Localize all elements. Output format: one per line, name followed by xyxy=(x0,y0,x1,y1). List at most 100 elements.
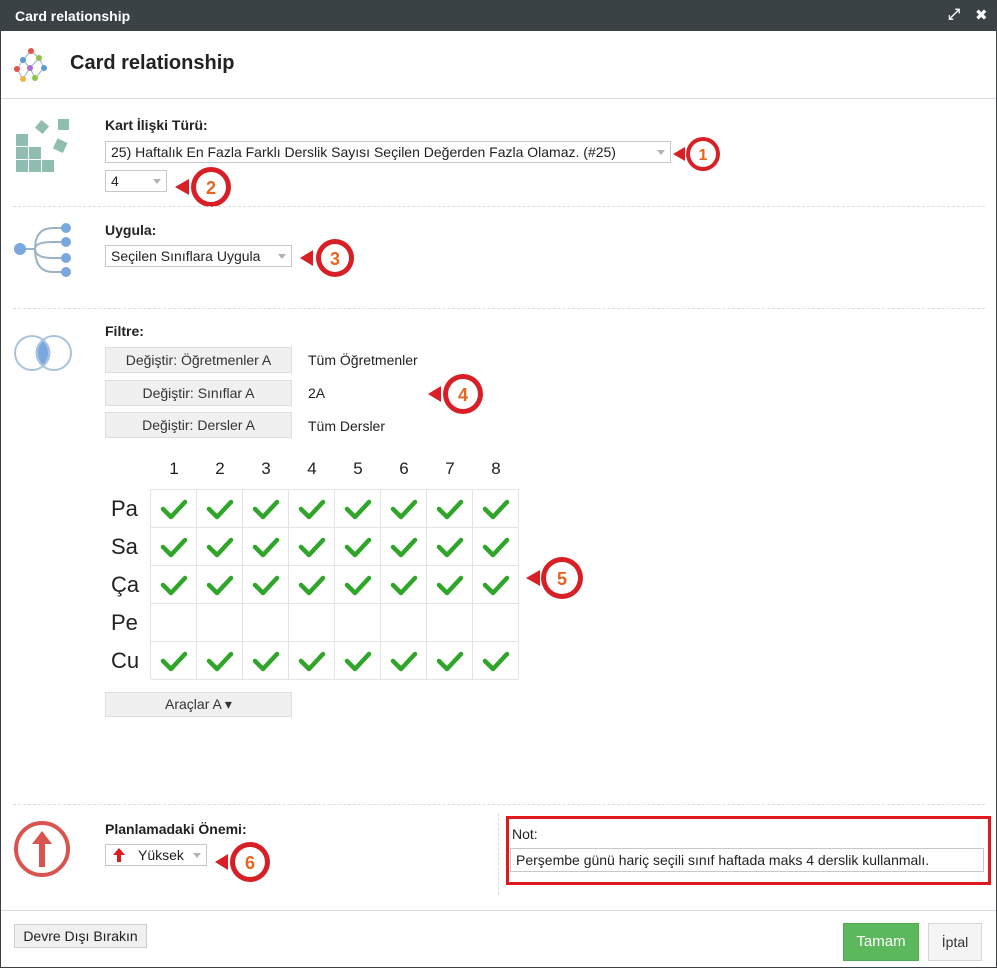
grid-cell[interactable] xyxy=(335,604,381,642)
apply-label: Uygula: xyxy=(105,222,157,238)
grid-cell[interactable] xyxy=(243,490,289,528)
chevron-down-icon xyxy=(193,853,201,858)
grid-cell[interactable] xyxy=(243,604,289,642)
disable-button[interactable]: Devre Dışı Bırakın xyxy=(14,924,147,948)
check-icon xyxy=(252,499,279,519)
grid-cell[interactable] xyxy=(473,566,519,604)
grid-cell[interactable] xyxy=(427,642,473,680)
callout-1: 1 xyxy=(673,137,720,171)
grid-cell[interactable] xyxy=(243,642,289,680)
check-icon xyxy=(160,499,187,519)
grid-cell[interactable] xyxy=(289,490,335,528)
grid-cell[interactable] xyxy=(427,566,473,604)
expand-icon[interactable]: ⤢ xyxy=(948,6,960,23)
svg-text:4: 4 xyxy=(458,385,468,405)
page-title: Card relationship xyxy=(70,52,235,74)
period-header: 8 xyxy=(491,459,501,478)
relation-type-label: Kart İlişki Türü: xyxy=(105,117,208,133)
grid-cell[interactable] xyxy=(289,528,335,566)
grid-cell[interactable] xyxy=(197,642,243,680)
grid-cell[interactable] xyxy=(197,528,243,566)
period-header: 4 xyxy=(307,459,317,478)
ok-button[interactable]: Tamam xyxy=(843,923,919,961)
check-icon xyxy=(344,537,371,557)
grid-cell[interactable] xyxy=(335,528,381,566)
check-icon xyxy=(252,575,279,595)
grid-cell[interactable] xyxy=(381,490,427,528)
day-header: Sa xyxy=(111,534,138,559)
grid-cell[interactable] xyxy=(427,490,473,528)
note-input[interactable]: Perşembe günü hariç seçili sınıf haftada… xyxy=(510,848,984,872)
day-header: Cu xyxy=(111,648,140,673)
classes-filter-value: 2A xyxy=(308,385,326,401)
check-icon xyxy=(390,499,417,519)
grid-cell[interactable] xyxy=(197,490,243,528)
check-icon xyxy=(436,499,463,519)
count-select[interactable]: 4 xyxy=(105,170,167,192)
importance-select[interactable]: Yüksek xyxy=(105,844,207,866)
grid-cell[interactable] xyxy=(427,604,473,642)
callout-2: 2 xyxy=(175,167,231,207)
change-lessons-button[interactable]: Değiştir: Dersler A xyxy=(105,412,292,438)
grid-cell[interactable] xyxy=(151,566,197,604)
grid-cell[interactable] xyxy=(243,528,289,566)
check-icon xyxy=(298,651,325,671)
section-divider xyxy=(13,308,985,309)
grid-cell[interactable] xyxy=(151,528,197,566)
check-icon xyxy=(390,575,417,595)
check-icon xyxy=(482,499,509,519)
grid-cell[interactable] xyxy=(381,604,427,642)
card-relationship-dialog: Card relationship ⤢ ✖ Card relationship xyxy=(0,0,997,968)
relation-type-select[interactable]: 25) Haftalık En Fazla Farklı Derslik Say… xyxy=(105,141,671,163)
grid-cell[interactable] xyxy=(335,566,381,604)
grid-cell[interactable] xyxy=(151,490,197,528)
tools-button[interactable]: Araçlar A ▾ xyxy=(105,692,292,717)
footer-divider xyxy=(1,910,996,911)
check-icon xyxy=(252,651,279,671)
check-icon xyxy=(298,499,325,519)
grid-cell[interactable] xyxy=(381,642,427,680)
grid-cell[interactable] xyxy=(335,642,381,680)
check-icon xyxy=(252,537,279,557)
apply-select[interactable]: Seçilen Sınıflara Uygula xyxy=(105,245,292,267)
cancel-button[interactable]: İptal xyxy=(928,923,982,961)
grid-cell[interactable] xyxy=(151,642,197,680)
grid-cell[interactable] xyxy=(473,642,519,680)
grid-cell[interactable] xyxy=(151,604,197,642)
grid-cell[interactable] xyxy=(473,604,519,642)
grid-cell[interactable] xyxy=(473,528,519,566)
grid-cell[interactable] xyxy=(289,566,335,604)
importance-value: Yüksek xyxy=(138,847,184,863)
lessons-filter-value: Tüm Dersler xyxy=(308,418,386,434)
apply-value: Seçilen Sınıflara Uygula xyxy=(111,248,261,264)
grid-cell[interactable] xyxy=(427,528,473,566)
grid-cell[interactable] xyxy=(289,604,335,642)
grid-cell[interactable] xyxy=(335,490,381,528)
close-icon[interactable]: ✖ xyxy=(975,6,988,24)
check-icon xyxy=(298,575,325,595)
period-header: 5 xyxy=(353,459,363,478)
grid-cell[interactable] xyxy=(381,566,427,604)
svg-text:6: 6 xyxy=(245,853,255,873)
grid-cell[interactable] xyxy=(197,604,243,642)
chevron-down-icon xyxy=(278,254,286,259)
check-icon xyxy=(436,537,463,557)
grid-cell[interactable] xyxy=(381,528,427,566)
grid-cell[interactable] xyxy=(243,566,289,604)
grid-cell[interactable] xyxy=(289,642,335,680)
red-arrow-up-icon xyxy=(113,848,125,862)
change-classes-button[interactable]: Değiştir: Sınıflar A xyxy=(105,380,292,406)
period-header: 6 xyxy=(399,459,409,478)
grid-cell[interactable] xyxy=(197,566,243,604)
callout-5: 5 xyxy=(526,557,583,599)
check-icon xyxy=(482,575,509,595)
day-header: Ça xyxy=(111,572,140,597)
svg-text:3: 3 xyxy=(330,249,340,269)
grid-cell[interactable] xyxy=(473,490,519,528)
svg-text:5: 5 xyxy=(557,569,567,589)
tree-icon xyxy=(14,223,71,277)
svg-text:2: 2 xyxy=(206,178,216,198)
change-teachers-button[interactable]: Değiştir: Öğretmenler A xyxy=(105,347,292,373)
check-icon xyxy=(344,575,371,595)
venn-icon xyxy=(14,335,72,371)
